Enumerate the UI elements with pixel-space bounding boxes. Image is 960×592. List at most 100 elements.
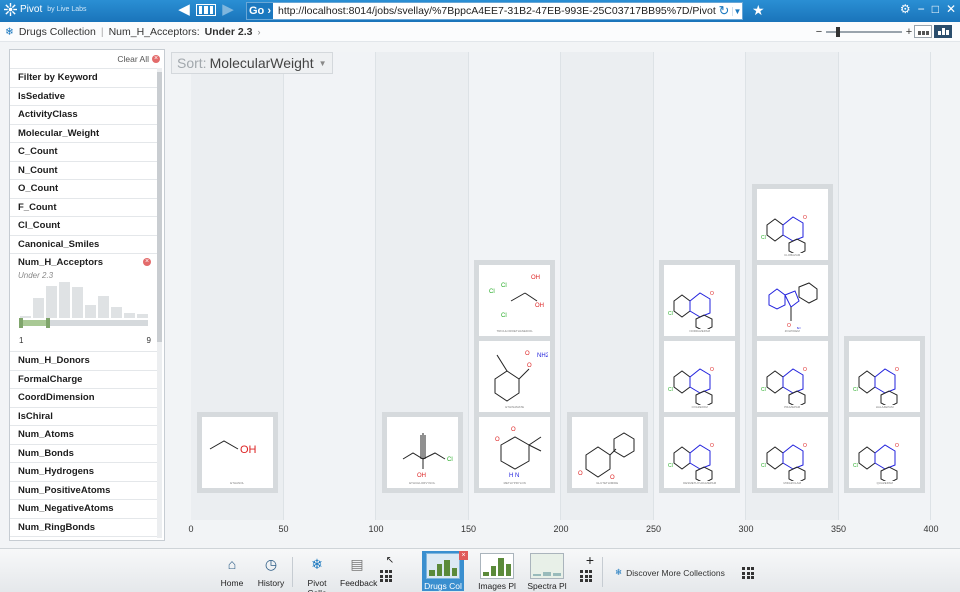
facet-clear-x-icon[interactable]: ×	[143, 258, 151, 266]
facet-item[interactable]: IsSedative	[10, 86, 157, 106]
minimize-icon[interactable]: −	[918, 2, 925, 16]
refresh-icon[interactable]: ↻	[716, 3, 732, 19]
maximize-icon[interactable]: □	[932, 2, 939, 16]
facet-item[interactable]: Num_RotatableBonds	[10, 536, 157, 540]
filter-scrollbar-thumb[interactable]	[157, 72, 162, 342]
discover-collections-link[interactable]: ❄ Discover More Collections	[615, 567, 725, 578]
clear-all-button[interactable]: Clear All ×	[117, 54, 160, 64]
item-card[interactable]: Cl O NORDAZEPAM	[659, 260, 741, 341]
url-input[interactable]: http://localhost:8014/jobs/svellay/%7Bpp…	[273, 5, 716, 17]
zoom-track[interactable]	[826, 27, 902, 37]
range-min-label: 1	[19, 336, 24, 345]
close-tab-icon[interactable]: ×	[459, 551, 468, 560]
breadcrumb-filter-label[interactable]: Num_H_Acceptors:	[109, 26, 200, 38]
facet-item[interactable]: Num_Bonds	[10, 443, 157, 463]
collection-grid-button[interactable]	[196, 4, 216, 16]
facet-item[interactable]: C_Count	[10, 142, 157, 161]
zoom-in-icon[interactable]: +	[905, 26, 913, 38]
facet-item[interactable]: Cl_Count	[10, 216, 157, 235]
item-card[interactable]: Cl O QUAZEPAM	[844, 412, 926, 493]
molecule-structure: Cl O	[761, 215, 807, 253]
item-card[interactable]: Cl O HALAZEPAM	[844, 336, 926, 417]
item-card[interactable]: Cl O MIDAZOLAM	[751, 412, 833, 493]
zoom-out-icon[interactable]: −	[815, 26, 823, 38]
home-button[interactable]: ⌂ Home	[218, 554, 246, 588]
axis-tick-label: 100	[368, 524, 384, 534]
filter-scrollbar[interactable]	[157, 68, 162, 538]
facet-item[interactable]: Molecular_Weight	[10, 123, 157, 143]
histogram-bar	[124, 312, 135, 318]
axis-tick-label: 200	[553, 524, 569, 534]
facet-item[interactable]: IsChiral	[10, 406, 157, 426]
settings-gear-icon[interactable]: ⚙	[900, 2, 911, 16]
feedback-button[interactable]: ▤ Feedback	[340, 554, 377, 589]
facet-item[interactable]: Num_H_Donors	[10, 351, 157, 370]
svg-text:OH: OH	[535, 303, 544, 309]
pivot-logo-icon	[4, 3, 17, 16]
facet-range-slider[interactable]	[19, 318, 148, 328]
range-handle-min[interactable]	[19, 318, 23, 328]
back-arrow-icon[interactable]: ◀	[176, 2, 192, 18]
item-card[interactable]: Cl O DESMETHYLDIAZEPAM	[659, 412, 741, 493]
discover-label[interactable]: Discover More Collections	[626, 568, 725, 578]
item-card[interactable]: OH ETHANOL	[196, 412, 278, 493]
card-caption: ETHINAMATE	[505, 405, 525, 409]
facet-item[interactable]: Num_NegativeAtoms	[10, 499, 157, 518]
facet-item[interactable]: FormalCharge	[10, 369, 157, 389]
histogram-column[interactable]	[283, 52, 376, 520]
url-dropdown-icon[interactable]: ▼	[732, 6, 742, 16]
pivot-collections-button[interactable]: ❄ Pivot Colle	[298, 554, 336, 592]
molecule-structure: Cl O	[761, 367, 807, 405]
item-card[interactable]: Cl O PRAZEPAM	[751, 336, 833, 417]
item-card[interactable]: O O H N METHYPRYLON	[474, 412, 556, 493]
dock-more-button[interactable]: ↖	[380, 554, 394, 582]
item-card[interactable]: O NH2 O ETHINAMATE	[474, 336, 556, 417]
range-handle-max[interactable]	[46, 318, 50, 328]
facet-item[interactable]: N_Count	[10, 160, 157, 180]
facet-item[interactable]: ActivityClass	[10, 105, 157, 124]
breadcrumb-filter-value[interactable]: Under 2.3	[205, 26, 253, 38]
item-card[interactable]: OH Cl ETHCHLORVYNOL	[381, 412, 463, 493]
history-button[interactable]: ◷ History	[256, 554, 286, 589]
zoom-thumb[interactable]	[836, 27, 840, 37]
clear-all-label[interactable]: Clear All	[117, 54, 149, 64]
tab-drugs-collection[interactable]: Drugs Col ×	[422, 551, 468, 591]
forward-arrow-icon[interactable]: ▶	[220, 2, 236, 18]
filter-panel: Clear All × Filter by Keyword IsSedative A…	[9, 49, 165, 541]
add-collection-button[interactable]: +	[580, 552, 594, 582]
card-caption: METHYPRYLON	[503, 481, 526, 485]
tab-images-plot[interactable]: Images Pl	[476, 551, 518, 591]
graph-view-button[interactable]	[934, 25, 952, 38]
item-card[interactable]: OONGLUTETHIMIDE	[566, 412, 648, 493]
grid-view-button[interactable]	[914, 25, 932, 38]
facet-item[interactable]: CoordDimension	[10, 388, 157, 407]
item-card[interactable]: Cl O OXAZEPAM	[659, 336, 741, 417]
favorite-star-icon[interactable]: ★	[752, 2, 765, 19]
grid-dots-icon	[580, 570, 594, 582]
facet-item[interactable]: Num_PositiveAtoms	[10, 480, 157, 500]
card-caption: DESMETHYLDIAZEPAM	[683, 481, 717, 485]
item-card[interactable]: Cl O CLOBAZAM	[751, 184, 833, 265]
chevron-down-icon[interactable]: ▼	[319, 59, 327, 68]
facet-item[interactable]: Num_Atoms	[10, 425, 157, 444]
facet-item[interactable]: O_Count	[10, 179, 157, 198]
facet-item[interactable]: Num_RingBonds	[10, 517, 157, 537]
facet-item[interactable]: Filter by Keyword	[10, 68, 157, 87]
facet-item[interactable]: F_Count	[10, 197, 157, 217]
tile-thumbnail	[426, 553, 460, 579]
item-card[interactable]: OH OH Cl Cl Cl TRICHLOROETHANEDIOL	[474, 260, 556, 341]
facet-name[interactable]: Num_H_Acceptors	[18, 257, 149, 268]
go-button[interactable]: Go ›	[247, 3, 273, 19]
facet-num-h-acceptors[interactable]: Num_H_Acceptors × Under 2.3 1 9	[10, 253, 157, 351]
zoom-slider[interactable]: − +	[815, 26, 913, 38]
grid-dots-icon[interactable]	[742, 567, 754, 579]
sort-value[interactable]: MolecularWeight	[210, 55, 314, 71]
facet-item[interactable]: Canonical_Smiles	[10, 234, 157, 254]
breadcrumb-collection[interactable]: Drugs Collection	[19, 26, 96, 38]
tab-spectra-plot[interactable]: Spectra Pl	[526, 551, 568, 591]
sort-dropdown[interactable]: Sort: MolecularWeight ▼	[171, 52, 333, 74]
close-icon[interactable]: ✕	[946, 2, 956, 16]
clear-all-x-icon[interactable]: ×	[152, 55, 160, 63]
facet-item[interactable]: Num_Hydrogens	[10, 462, 157, 481]
item-card[interactable]: ONZOLPIDEM	[751, 260, 833, 341]
